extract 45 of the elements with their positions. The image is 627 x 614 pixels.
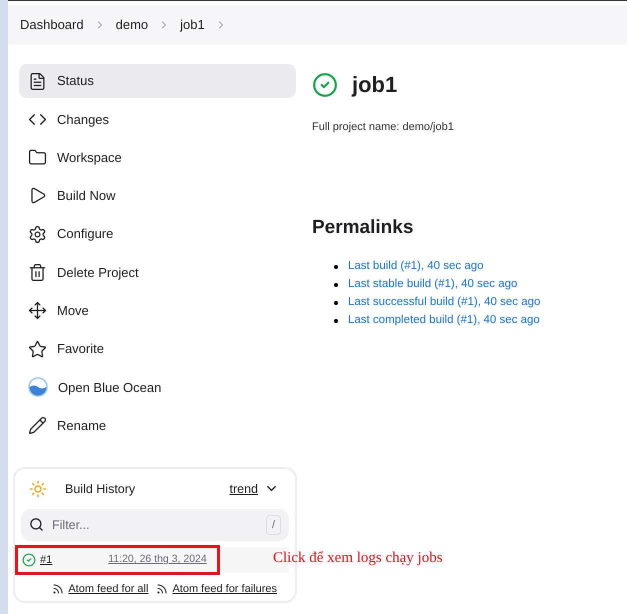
sun-icon xyxy=(29,480,47,498)
bullet-icon xyxy=(334,283,338,287)
permalinks-heading: Permalinks xyxy=(312,216,414,240)
bullet-icon xyxy=(334,301,338,305)
build-time-link[interactable]: 11:20, 26 thg 3, 2024 xyxy=(108,552,207,568)
job-title: job1 xyxy=(352,71,398,99)
sidebar-item[interactable]: Build Now xyxy=(19,178,296,213)
atom-feed-link[interactable]: Atom feed for failures xyxy=(172,580,277,598)
build-history-title: Build History xyxy=(65,480,136,498)
move-icon xyxy=(28,301,47,320)
breadcrumb-link[interactable]: Dashboard xyxy=(20,15,84,35)
bullet-icon xyxy=(334,319,338,323)
sidebar-item[interactable]: Open Blue Ocean xyxy=(19,370,296,404)
folder-icon xyxy=(28,148,47,168)
rss-icon xyxy=(52,583,64,596)
build-row[interactable]: #1 11:20, 26 thg 3, 2024 xyxy=(15,544,220,575)
annotation-text: Click để xem logs chạy jobs xyxy=(273,548,443,568)
star-icon xyxy=(28,340,47,359)
shortcut-key: / xyxy=(266,514,281,536)
full-project-name: Full project name: demo/job1 xyxy=(312,120,455,135)
atom-feed-link[interactable]: Atom feed for all xyxy=(68,580,148,598)
permalink-link[interactable]: Last build (#1), 40 sec ago xyxy=(348,258,484,276)
sidebar-item[interactable]: Changes xyxy=(19,102,296,136)
pencil-icon xyxy=(28,416,47,436)
breadcrumb-link[interactable]: job1 xyxy=(180,15,205,35)
permalink-link[interactable]: Last stable build (#1), 40 sec ago xyxy=(348,276,518,294)
rss-icon xyxy=(156,583,168,596)
search-icon xyxy=(29,516,44,532)
half-filled-circle-icon xyxy=(28,377,48,398)
settings-icon xyxy=(28,224,47,244)
breadcrumb-link[interactable]: demo xyxy=(116,15,148,35)
sidebar-item[interactable]: Move xyxy=(19,294,296,328)
sidebar-item[interactable]: Workspace xyxy=(19,140,296,175)
sidebar-item[interactable]: Delete Project xyxy=(19,255,296,290)
trash-icon xyxy=(28,262,47,282)
trend-link[interactable]: trend xyxy=(230,480,258,498)
permalink-link[interactable]: Last successful build (#1), 40 sec ago xyxy=(348,294,540,312)
build-number-link[interactable]: #1 xyxy=(40,552,52,568)
sidebar-item[interactable]: Configure xyxy=(19,217,296,252)
permalink-link[interactable]: Last completed build (#1), 40 sec ago xyxy=(348,312,540,330)
sidebar-item[interactable]: Favorite xyxy=(19,332,296,366)
document-icon xyxy=(28,72,47,90)
bullet-icon xyxy=(334,265,338,269)
sidebar-item[interactable]: Rename xyxy=(19,408,296,443)
sidebar-item[interactable]: Status xyxy=(19,64,296,98)
